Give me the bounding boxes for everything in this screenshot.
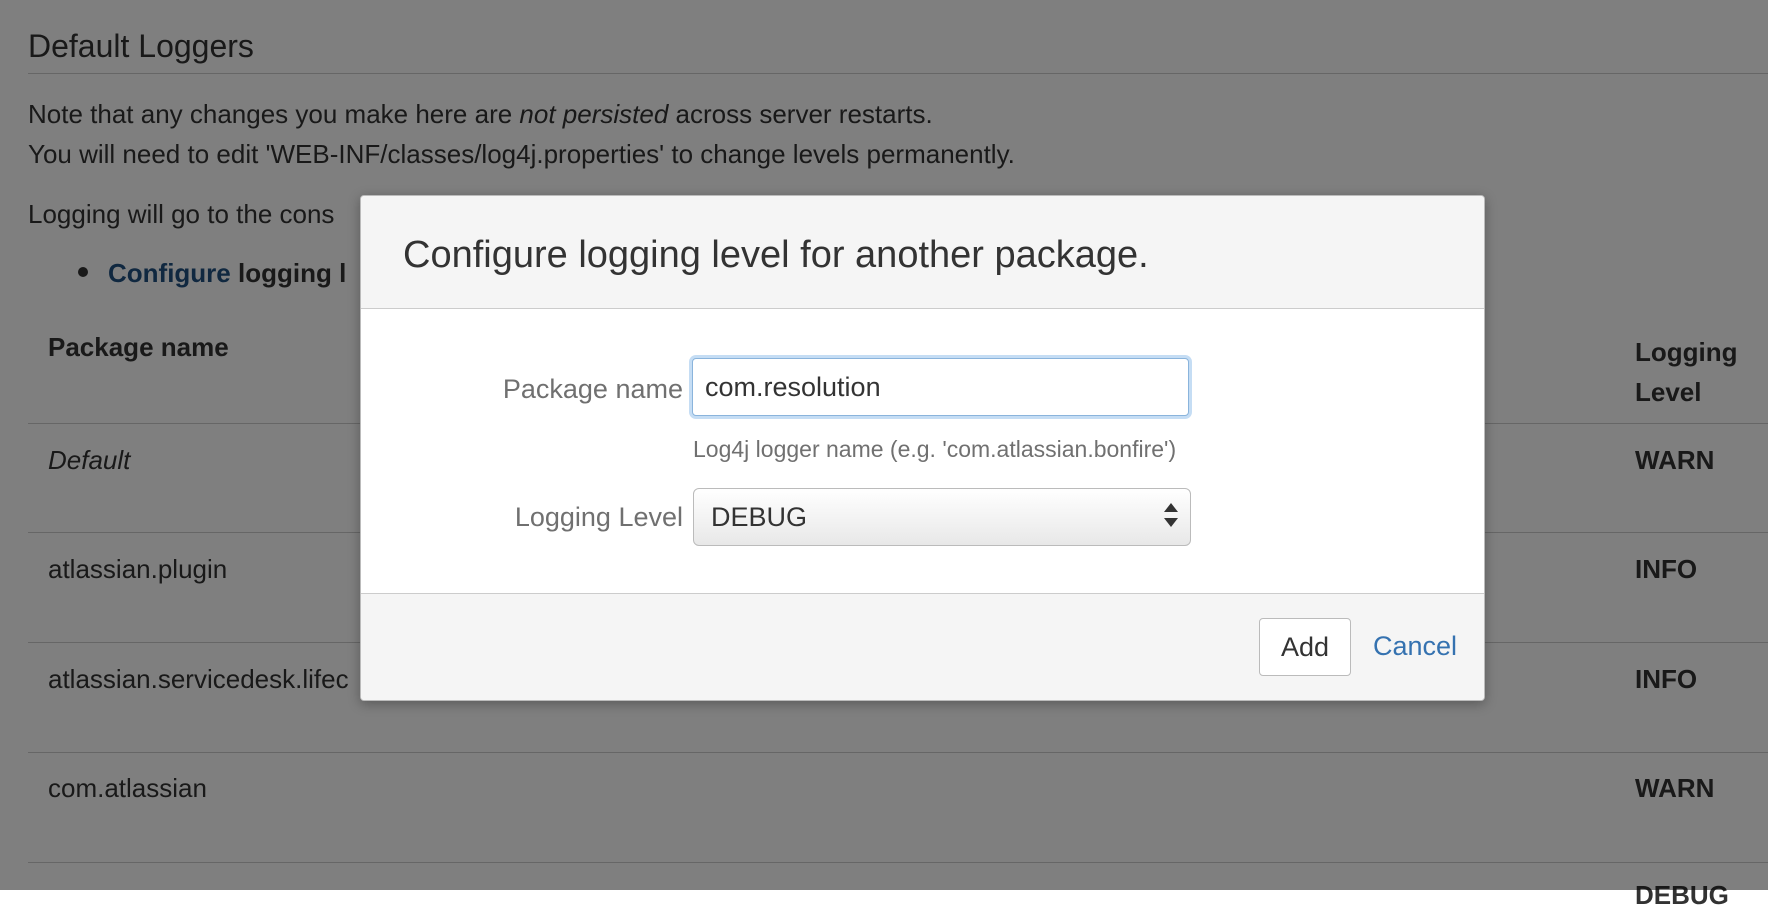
package-name-input[interactable] [692,358,1189,416]
logging-level-select[interactable]: DEBUG [693,488,1191,546]
dialog-header: Configure logging level for another pack… [361,196,1484,309]
package-name-label: Package name [502,374,683,404]
cancel-link[interactable]: Cancel [1373,631,1457,662]
logging-level-label: Logging Level [514,502,683,532]
up-down-caret-icon [1164,499,1178,535]
package-name-help: Log4j logger name (e.g. 'com.atlassian.b… [693,436,1177,462]
logging-level-value: DEBUG [711,502,808,532]
dialog-title: Configure logging level for another pack… [403,234,1149,276]
configure-logging-dialog: Configure logging level for another pack… [360,195,1485,701]
add-button[interactable]: Add [1259,618,1351,676]
dialog-footer: Add Cancel [361,593,1484,700]
